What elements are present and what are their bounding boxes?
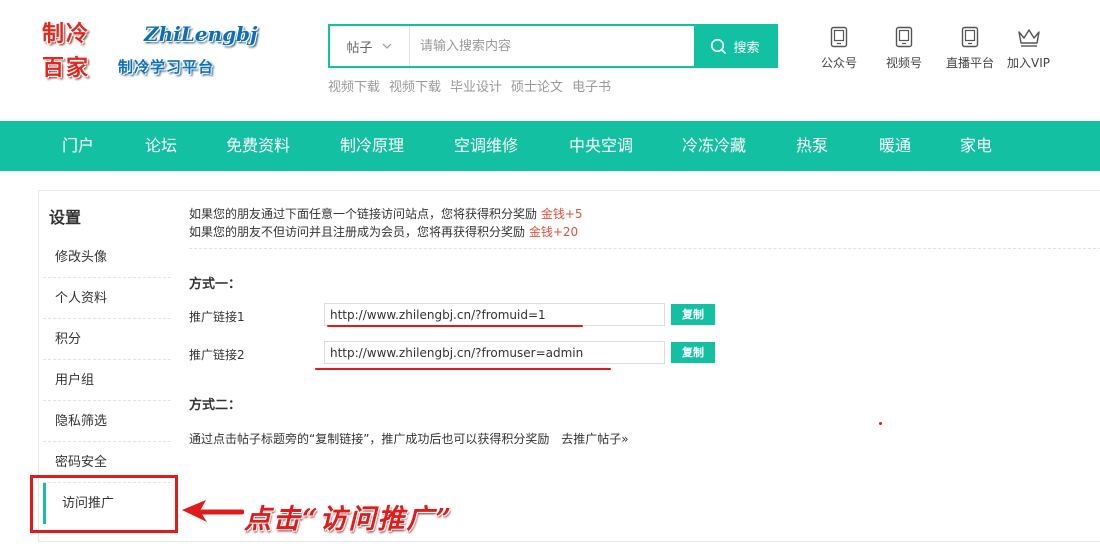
tablet-icon: [830, 26, 848, 48]
sidebar-item-privacy[interactable]: 隐私筛选: [43, 401, 171, 442]
hotword-link[interactable]: 毕业设计: [450, 76, 502, 95]
nav-item-central-ac[interactable]: 中央空调: [569, 121, 633, 171]
notice-text: 如果您的朋友通过下面任意一个链接访问站点，您将获得积分奖励: [189, 207, 538, 221]
annotation-highlight-box: [30, 475, 178, 533]
quick-link-label: 视频号: [886, 56, 923, 70]
nav-item-refrigeration[interactable]: 冷冻冷藏: [682, 121, 746, 171]
method-two-description: 通过点击帖子标题旁的“复制链接”，推广成功后也可以获得积分奖励 去推广帖子»: [189, 430, 629, 447]
promo-link-2-field[interactable]: [324, 341, 665, 364]
notice-line-1: 如果您的朋友通过下面任意一个链接访问站点，您将获得积分奖励 金钱+5: [189, 205, 583, 223]
hotword-link[interactable]: 电子书: [572, 76, 611, 95]
search-icon: [711, 38, 727, 54]
promotion-content: 如果您的朋友通过下面任意一个链接访问站点，您将获得积分奖励 金钱+5 如果您的朋…: [189, 191, 1100, 541]
nav-item-appliances[interactable]: 家电: [960, 121, 992, 171]
hotword-link[interactable]: 硕士论文: [511, 76, 563, 95]
search-type-label: 帖子: [346, 40, 373, 56]
nav-item-heat-pump[interactable]: 热泵: [796, 121, 828, 171]
quick-link-label: 公众号: [821, 56, 858, 70]
nav-item-free-resources[interactable]: 免费资料: [226, 121, 290, 171]
promo-link-1-field[interactable]: [324, 303, 665, 326]
arrow-left-icon: [182, 500, 244, 522]
site-logo[interactable]: 制冷 百家 ZhiLengbj 制冷学习平台: [40, 14, 265, 81]
settings-panel: 设置 修改头像 个人资料 积分 用户组 隐私筛选 密码安全 访问推广 如果您的朋…: [38, 190, 1100, 542]
promo-link-2-label: 推广链接2: [189, 348, 245, 362]
sidebar-item-avatar[interactable]: 修改头像: [43, 237, 171, 278]
quick-link-label: 直播平台: [946, 56, 995, 70]
hotword-link[interactable]: 视频下载: [328, 76, 380, 95]
logo-slogan: 制冷学习平台: [118, 58, 215, 76]
crown-icon: [1017, 29, 1040, 47]
divider: [189, 248, 1100, 249]
search-input[interactable]: [410, 26, 694, 66]
sidebar-item-points[interactable]: 积分: [43, 319, 171, 360]
nav-item-hvac[interactable]: 暖通: [879, 121, 911, 171]
method-one-title: 方式一：: [189, 277, 242, 292]
nav-item-ac-repair[interactable]: 空调维修: [454, 121, 518, 171]
promo-link-1-label: 推广链接1: [189, 310, 245, 324]
copy-link-1-button[interactable]: 复制: [671, 304, 715, 325]
notice-line-2: 如果您的朋友不但访问并且注册成为会员，您将再获得积分奖励 金钱+20: [189, 223, 583, 241]
site-header: 制冷 百家 ZhiLengbj 制冷学习平台 帖子 搜索 视频下载 视频下载 毕…: [0, 0, 1100, 121]
quick-link-video-account[interactable]: 视频号: [886, 26, 922, 71]
sidebar-title: 设置: [49, 208, 82, 227]
hotword-link[interactable]: 视频下载: [389, 76, 441, 95]
annotation-underline: [315, 368, 611, 370]
quick-link-live-platform[interactable]: 直播平台: [946, 26, 994, 71]
annotation-label: 点击“访问推广”: [244, 504, 454, 535]
chevron-down-icon: [382, 43, 391, 49]
quick-link-official-account[interactable]: 公众号: [821, 26, 857, 71]
nav-item-forum[interactable]: 论坛: [145, 121, 177, 171]
tablet-icon: [895, 26, 913, 48]
promote-posts-link[interactable]: 去推广帖子»: [561, 432, 628, 446]
quick-link-join-vip[interactable]: 加入VIP: [1007, 26, 1050, 71]
copy-link-2-button[interactable]: 复制: [671, 342, 715, 363]
logo-en: ZhiLengbj: [144, 22, 258, 46]
search-type-select[interactable]: 帖子: [330, 26, 410, 66]
nav-item-portal[interactable]: 门户: [62, 121, 94, 171]
logo-line1: 制冷: [42, 21, 91, 47]
hot-search-words: 视频下载 视频下载 毕业设计 硕士论文 电子书: [328, 76, 611, 95]
main-nav: 门户 论坛 免费资料 制冷原理 空调维修 中央空调 冷冻冷藏 热泵 暖通 家电: [0, 121, 1100, 171]
logo-line2: 百家: [42, 55, 91, 81]
stray-dot: [879, 422, 882, 425]
sidebar-item-usergroup[interactable]: 用户组: [43, 360, 171, 401]
search-button-label: 搜索: [733, 40, 760, 56]
notice-text: 如果您的朋友不但访问并且注册成为会员，您将再获得积分奖励: [189, 225, 526, 239]
promotion-notice: 如果您的朋友通过下面任意一个链接访问站点，您将获得积分奖励 金钱+5 如果您的朋…: [189, 205, 583, 241]
nav-item-principles[interactable]: 制冷原理: [340, 121, 404, 171]
search-button[interactable]: 搜索: [694, 26, 776, 66]
sidebar-item-profile[interactable]: 个人资料: [43, 278, 171, 319]
method-two-title: 方式二：: [189, 398, 242, 413]
quick-link-label: 加入VIP: [1007, 56, 1050, 70]
search-bar: 帖子 搜索: [328, 24, 778, 68]
tablet-icon: [961, 26, 979, 48]
annotation-underline: [327, 325, 583, 327]
method-two-text: 通过点击帖子标题旁的“复制链接”，推广成功后也可以获得积分奖励: [189, 432, 550, 446]
reward-badge: 金钱+5: [540, 207, 583, 221]
reward-badge: 金钱+20: [528, 225, 579, 239]
